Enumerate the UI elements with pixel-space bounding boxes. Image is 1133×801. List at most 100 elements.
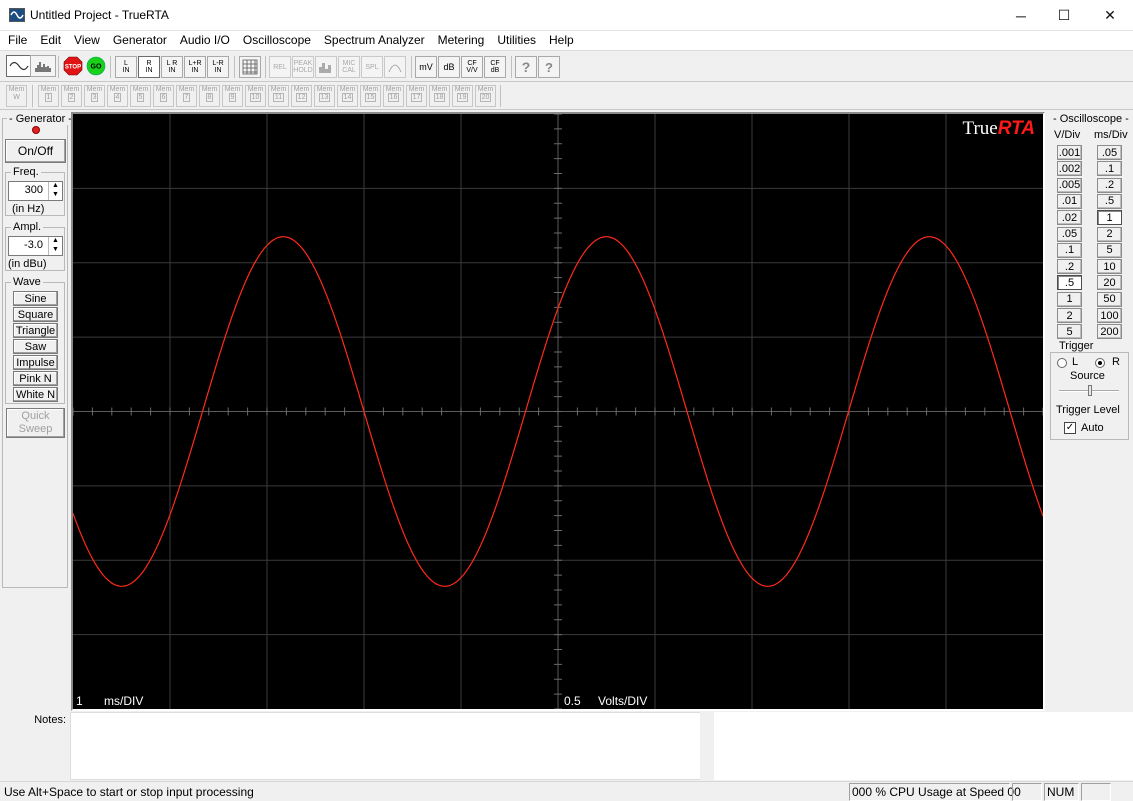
ms-per-div-button[interactable]: 1 (1097, 210, 1122, 226)
spin-down-icon[interactable]: ▼ (49, 246, 62, 255)
relative-button[interactable]: REL (269, 56, 291, 78)
trigger-level-slider[interactable] (1088, 385, 1092, 396)
ms-per-div-button[interactable]: 50 (1097, 291, 1122, 307)
menu-spectrum-analyzer[interactable]: Spectrum Analyzer (318, 31, 432, 50)
volts-per-div-button[interactable]: .05 (1057, 226, 1082, 242)
memory-slot-button[interactable]: Mem 5 (130, 85, 151, 107)
input-difference-button[interactable]: L-R IN (207, 56, 229, 78)
quick-sweep-button[interactable]: Quick Sweep (6, 408, 65, 438)
wave-square-button[interactable]: Square (13, 307, 58, 322)
memory-slot-button[interactable]: Mem 9 (222, 85, 243, 107)
minimize-button[interactable]: ─ (998, 0, 1044, 31)
spin-up-icon[interactable]: ▲ (49, 182, 62, 191)
volts-per-div-button[interactable]: .001 (1057, 145, 1082, 160)
ms-per-div-button[interactable]: 20 (1097, 275, 1122, 291)
close-button[interactable]: ✕ (1087, 0, 1133, 31)
context-help-button[interactable]: ? (538, 56, 560, 78)
memory-slot-button[interactable]: Mem 10 (245, 85, 266, 107)
amplitude-spinner[interactable]: -3.0 ▲ ▼ (8, 236, 63, 256)
go-button[interactable]: GO (85, 55, 107, 77)
spin-down-icon[interactable]: ▼ (49, 191, 62, 200)
ms-per-div-button[interactable]: .5 (1097, 193, 1122, 209)
memory-slot-button[interactable]: Mem 1 (38, 85, 59, 107)
menu-help[interactable]: Help (543, 31, 581, 50)
memory-slot-button[interactable]: Mem 14 (337, 85, 358, 107)
menu-audio-io[interactable]: Audio I/O (174, 31, 237, 50)
volts-per-div-button[interactable]: 1 (1057, 291, 1082, 307)
wave-impulse-button[interactable]: Impulse (13, 355, 58, 370)
trigger-source-left-radio[interactable] (1057, 358, 1067, 368)
ms-per-div-button[interactable]: 100 (1097, 308, 1122, 323)
millivolt-button[interactable]: mV (415, 56, 437, 78)
frequency-spinner[interactable]: 300 ▲ ▼ (8, 181, 63, 201)
crest-factor-db-button[interactable]: CF dB (484, 56, 506, 78)
trigger-source-right-radio[interactable] (1095, 358, 1105, 368)
stop-button[interactable]: STOP (62, 55, 84, 77)
input-stereo-button[interactable]: L R IN (161, 56, 183, 78)
ms-per-div-button[interactable]: 200 (1097, 324, 1122, 340)
ms-per-div-button[interactable]: 5 (1097, 242, 1122, 258)
average-button[interactable] (315, 56, 337, 78)
menu-edit[interactable]: Edit (34, 31, 68, 50)
memory-slot-button[interactable]: Mem 18 (429, 85, 450, 107)
notes-textarea[interactable] (70, 712, 714, 780)
mic-cal-button[interactable]: MIC CAL (338, 56, 360, 78)
spectrum-view-button[interactable] (30, 55, 56, 77)
ms-per-div-button[interactable]: .1 (1097, 161, 1122, 177)
memory-slot-button[interactable]: Mem 19 (452, 85, 473, 107)
memory-slot-button[interactable]: Mem 8 (199, 85, 220, 107)
memory-slot-button[interactable]: Mem 4 (107, 85, 128, 107)
generator-on-off-button[interactable]: On/Off (5, 139, 66, 163)
memory-slot-button[interactable]: Mem 15 (360, 85, 381, 107)
maximize-button[interactable]: ☐ (1041, 0, 1087, 31)
volts-per-div-button[interactable]: .02 (1057, 210, 1082, 226)
menu-metering[interactable]: Metering (432, 31, 492, 50)
wave-pink-noise-button[interactable]: Pink N (13, 371, 58, 386)
memory-write-button[interactable]: Mem W (6, 85, 27, 107)
app-icon[interactable] (9, 8, 25, 22)
volts-per-div-button[interactable]: .2 (1057, 259, 1082, 275)
input-sum-button[interactable]: L+R IN (184, 56, 206, 78)
wave-sine-button[interactable]: Sine (13, 291, 58, 306)
wave-white-noise-button[interactable]: White N (13, 387, 58, 402)
volts-per-div-button[interactable]: .002 (1057, 161, 1082, 177)
volts-per-div-button[interactable]: .5 (1057, 275, 1082, 291)
notes-splitter[interactable] (700, 712, 714, 780)
memory-slot-button[interactable]: Mem 7 (176, 85, 197, 107)
decibel-button[interactable]: dB (438, 56, 460, 78)
spin-up-icon[interactable]: ▲ (49, 237, 62, 246)
menu-oscilloscope[interactable]: Oscilloscope (237, 31, 318, 50)
memory-slot-button[interactable]: Mem 3 (84, 85, 105, 107)
help-button[interactable]: ? (515, 56, 537, 78)
memory-slot-button[interactable]: Mem 2 (61, 85, 82, 107)
input-right-button[interactable]: R IN (138, 56, 160, 78)
peak-hold-button[interactable]: PEAK HOLD (292, 56, 314, 78)
scope-view-button[interactable] (6, 55, 32, 77)
input-left-button[interactable]: L IN (115, 56, 137, 78)
wave-triangle-button[interactable]: Triangle (13, 323, 58, 338)
memory-slot-button[interactable]: Mem 17 (406, 85, 427, 107)
menu-view[interactable]: View (68, 31, 107, 50)
ms-per-div-button[interactable]: 10 (1097, 259, 1122, 275)
grid-button[interactable] (239, 56, 261, 78)
volts-per-div-button[interactable]: .01 (1057, 193, 1082, 209)
memory-slot-button[interactable]: Mem 13 (314, 85, 335, 107)
crest-factor-vv-button[interactable]: CF V/V (461, 56, 483, 78)
memory-slot-button[interactable]: Mem 20 (475, 85, 496, 107)
memory-slot-button[interactable]: Mem 11 (268, 85, 289, 107)
wave-saw-button[interactable]: Saw (13, 339, 58, 354)
ms-per-div-button[interactable]: 2 (1097, 226, 1122, 242)
volts-per-div-button[interactable]: 5 (1057, 324, 1082, 340)
volts-per-div-button[interactable]: 2 (1057, 308, 1082, 323)
menu-utilities[interactable]: Utilities (491, 31, 543, 50)
volts-per-div-button[interactable]: .1 (1057, 242, 1082, 258)
ms-per-div-button[interactable]: .05 (1097, 145, 1122, 160)
ms-per-div-button[interactable]: .2 (1097, 177, 1122, 193)
memory-slot-button[interactable]: Mem 6 (153, 85, 174, 107)
memory-slot-button[interactable]: Mem 16 (383, 85, 404, 107)
menu-generator[interactable]: Generator (107, 31, 174, 50)
memory-slot-button[interactable]: Mem 12 (291, 85, 312, 107)
auto-trigger-checkbox[interactable]: ✓ (1064, 422, 1076, 434)
volts-per-div-button[interactable]: .005 (1057, 177, 1082, 193)
oscilloscope-display[interactable]: TrueRTA 1 ms/DIV 0.5 Volts/DIV (71, 112, 1045, 711)
